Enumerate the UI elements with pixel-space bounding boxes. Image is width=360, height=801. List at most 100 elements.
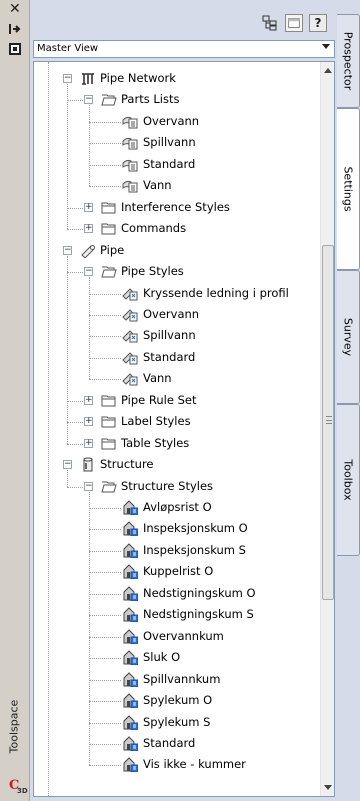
tree-item-label: Commands xyxy=(121,221,187,236)
tree-item-parts-lists[interactable]: − Parts Lists xyxy=(34,89,319,110)
folder-icon xyxy=(101,393,117,408)
tree-item-pipe[interactable]: − Pipe xyxy=(34,240,319,261)
tree-item-standard[interactable]: Standard xyxy=(34,347,319,368)
tree-item-inspeksjonskum-s[interactable]: Inspeksjonskum S xyxy=(34,540,319,561)
collapse-icon[interactable]: − xyxy=(84,95,93,105)
expand-icon[interactable]: + xyxy=(84,438,93,448)
chevron-down-icon[interactable] xyxy=(322,44,330,49)
tree-item-overvannkum[interactable]: Overvannkum xyxy=(34,626,319,647)
tree-item-avl-psrist-o[interactable]: Avløpsrist O xyxy=(34,497,319,518)
pipe-style-icon xyxy=(122,371,138,386)
folder-icon xyxy=(101,200,117,215)
tree-item-label: Vann xyxy=(143,371,172,386)
tree-item-pipe-styles[interactable]: − Pipe Styles xyxy=(34,261,319,282)
tab-prospector[interactable]: Prospector xyxy=(337,14,360,108)
tree-item-spillvann[interactable]: Spillvann xyxy=(34,132,319,153)
tree-item-sluk-o[interactable]: Sluk O xyxy=(34,647,319,668)
tree-item-label: Overvannkum xyxy=(143,628,224,643)
tree-item-nedstigningskum-s[interactable]: Nedstigningskum S xyxy=(34,604,319,625)
properties-icon[interactable] xyxy=(9,43,21,55)
tree-item-pipe-network[interactable]: − Pipe Network xyxy=(34,68,319,89)
collapse-icon[interactable]: − xyxy=(63,74,72,83)
pipe-network-icon xyxy=(80,71,96,86)
collapse-icon[interactable]: − xyxy=(84,267,93,277)
tree-item-label: Standard xyxy=(143,735,196,750)
expand-icon[interactable]: + xyxy=(84,417,93,427)
toolbar: ? xyxy=(31,0,337,38)
tree-item-overvann[interactable]: Overvann xyxy=(34,111,319,132)
tree-item-label: Pipe Styles xyxy=(121,264,184,279)
tree-item-spillvann[interactable]: Spillvann xyxy=(34,325,319,346)
collapse-icon[interactable]: − xyxy=(84,481,93,491)
tree-item-label: Spillvannkum xyxy=(143,671,221,686)
toolspace-tabs: Prospector Settings Survey Toolbox xyxy=(337,0,360,801)
structure-style-icon xyxy=(122,671,139,688)
tree-view-icon[interactable] xyxy=(261,14,279,32)
tree-item-interference-styles[interactable]: + Interference Styles xyxy=(34,197,319,218)
structure-style-icon xyxy=(122,628,139,645)
tree-item-label: Interference Styles xyxy=(121,199,230,214)
tab-toolbox[interactable]: Toolbox xyxy=(337,404,360,556)
view-selector-value: Master View xyxy=(37,43,99,54)
tree-item-kuppelrist-o[interactable]: Kuppelrist O xyxy=(34,561,319,582)
structure-style-icon xyxy=(122,607,139,623)
tree-item-label: Standard xyxy=(143,349,196,364)
scroll-thumb[interactable] xyxy=(322,245,334,600)
tab-settings[interactable]: Settings xyxy=(337,108,360,270)
parts-list-icon xyxy=(122,157,138,172)
parts-list-icon xyxy=(122,135,138,150)
help-button[interactable]: ? xyxy=(309,14,327,32)
expand-icon[interactable]: + xyxy=(84,224,93,234)
tab-survey[interactable]: Survey xyxy=(337,270,360,404)
tree-item-table-styles[interactable]: + Table Styles xyxy=(34,433,319,454)
toolspace-title: Toolspace xyxy=(7,699,21,754)
scroll-down-icon[interactable] xyxy=(324,785,332,790)
folder-icon xyxy=(101,436,117,451)
tree-item-overvann[interactable]: Overvann xyxy=(34,304,319,325)
tree-item-label: Kuppelrist O xyxy=(143,564,214,579)
tree-item-commands[interactable]: + Commands xyxy=(34,218,319,239)
scroll-up-icon[interactable] xyxy=(324,68,332,73)
pipe-style-icon xyxy=(122,328,138,343)
tree-item-label-styles[interactable]: + Label Styles xyxy=(34,411,319,432)
window-icon[interactable] xyxy=(285,14,303,32)
collapse-icon[interactable]: − xyxy=(63,245,72,255)
parts-list-icon xyxy=(122,114,138,129)
autohide-icon[interactable] xyxy=(8,22,22,36)
tree-item-kryssende-ledning-i-profil[interactable]: Kryssende ledning i profil xyxy=(34,283,319,304)
expand-icon[interactable]: + xyxy=(84,202,93,212)
tree-item-vann[interactable]: Vann xyxy=(34,368,319,389)
tree-item-label: Overvann xyxy=(143,113,200,128)
tree-item-spylekum-o[interactable]: Spylekum O xyxy=(34,690,319,711)
expand-icon[interactable]: + xyxy=(84,395,93,405)
structure-style-icon xyxy=(122,693,139,709)
tree-item-nedstigningskum-o[interactable]: Nedstigningskum O xyxy=(34,583,319,604)
tree-item-spylekum-s[interactable]: Spylekum S xyxy=(34,712,319,733)
tree-item-standard[interactable]: Standard xyxy=(34,154,319,175)
toolspace-panel: ? Master View − Pipe Network − Parts Lists O… xyxy=(31,0,337,801)
tree-item-structure-styles[interactable]: − Structure Styles xyxy=(34,476,319,497)
tree-item-spillvannkum[interactable]: Spillvannkum xyxy=(34,669,319,690)
tree-content: − Pipe Network − Parts Lists Overvann Spillva… xyxy=(34,62,319,796)
close-icon[interactable]: ✕ xyxy=(9,2,21,16)
tree-item-label: Vis ikke - kummer xyxy=(143,757,246,772)
tree-item-vis-ikke-kummer[interactable]: Vis ikke - kummer xyxy=(34,754,319,775)
tree-item-pipe-rule-set[interactable]: + Pipe Rule Set xyxy=(34,390,319,411)
view-selector[interactable]: Master View xyxy=(33,40,335,58)
tree-item-label: Pipe xyxy=(100,242,125,257)
tree-item-label: Pipe Network xyxy=(100,71,176,85)
tree-item-structure[interactable]: − Structure xyxy=(34,454,319,475)
structure-style-icon xyxy=(122,564,139,580)
tree-item-vann[interactable]: Vann xyxy=(34,175,319,196)
tree-item-standard[interactable]: Standard xyxy=(34,733,319,754)
tree-item-inspeksjonskum-o[interactable]: Inspeksjonskum O xyxy=(34,518,319,539)
tree-item-label: Nedstigningskum S xyxy=(143,607,254,622)
tree-item-label: Structure xyxy=(100,457,154,472)
tree-item-label: Vann xyxy=(143,178,172,193)
tree-item-label: Label Styles xyxy=(121,414,191,429)
vertical-scrollbar[interactable] xyxy=(320,62,334,796)
structure-icon xyxy=(80,457,96,472)
scroll-grip-icon xyxy=(326,416,332,424)
tree-item-label: Inspeksjonskum S xyxy=(143,542,246,557)
collapse-icon[interactable]: − xyxy=(63,460,72,470)
